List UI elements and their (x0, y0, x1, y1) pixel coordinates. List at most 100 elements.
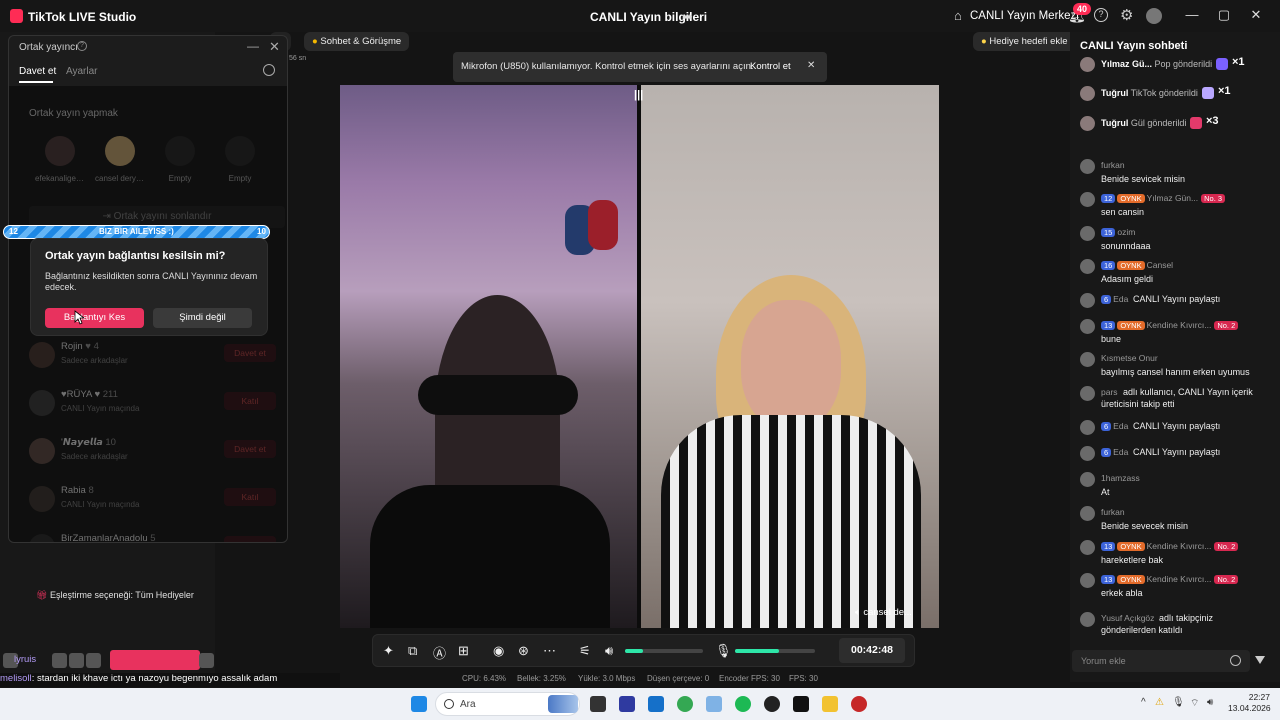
share-icon[interactable]: ➦ (682, 9, 693, 25)
avatar (1080, 116, 1095, 131)
file-explorer-icon[interactable] (822, 696, 838, 712)
chat-meta: 6 Eda (1101, 447, 1128, 457)
gift-goal-chip[interactable]: ● Hediye hedefi ekle (973, 32, 1076, 51)
magic-wand-icon[interactable]: ✦ (383, 643, 394, 659)
chat-gift-chip[interactable]: ● Sohbet & Görüşme (304, 32, 410, 51)
spotify-icon[interactable] (735, 696, 751, 712)
clock-date: 13.04.2026 (1228, 703, 1271, 713)
check-link[interactable]: Kontrol et (750, 61, 791, 72)
message-text: sonunndaaa (1101, 241, 1151, 251)
outlook-icon[interactable] (648, 696, 664, 712)
media-player-icon[interactable] (851, 696, 867, 712)
avatar (69, 653, 84, 668)
warning-icon[interactable]: ⚠ (1155, 697, 1164, 708)
wifi-icon[interactable]: ⌔ (1190, 697, 1199, 710)
avatar (1080, 86, 1095, 101)
tab-settings[interactable]: Ayarlar (66, 66, 98, 77)
message-text: sen cansin (1101, 207, 1145, 217)
gift-row: Tuğrul Gül gönderildi ×3 (1080, 114, 1275, 134)
tab-invite[interactable]: Davet et (19, 66, 56, 77)
chat-message: 1hamzass At (1080, 472, 1275, 502)
chat-user-name: furkan (1101, 507, 1125, 517)
add-source-icon[interactable]: ⊞ (458, 643, 469, 659)
help-icon[interactable]: ? (77, 41, 87, 51)
chat-meta: furkan (1101, 160, 1125, 170)
popup-close-button[interactable]: ✕ (269, 39, 280, 55)
volume-tray-icon[interactable]: 🔊︎ (1207, 697, 1213, 708)
chat-user-name: Kendine Kıvırcı... (1146, 541, 1212, 551)
gift-row: Tuğrul TikTok gönderildi ×1 (1080, 84, 1275, 104)
taskbar-search[interactable]: Ara (435, 692, 580, 716)
windows-taskbar: Ara ^ ⚠ 🎙︎ ⌔ 🔊︎ 22:27 13.04.2026 (0, 688, 1280, 720)
comment-input[interactable]: Yorum ekle (1072, 650, 1250, 672)
home-icon[interactable]: ⌂ (954, 8, 962, 23)
message-text: erkek abla (1101, 588, 1143, 598)
chat-user-name: Cansel (1146, 260, 1174, 270)
windows-start-icon[interactable] (411, 696, 427, 712)
not-now-button[interactable]: Şimdi değil (153, 308, 252, 328)
app-name: TikTok LIVE Studio (28, 10, 137, 24)
mic-tray-icon[interactable]: 🎙︎ (1172, 697, 1185, 708)
after-effects-icon[interactable] (619, 696, 635, 712)
mic-warning-notice: Mikrofon (U850) kullanılamıyor. Kontrol … (453, 52, 827, 82)
settings-sliders-icon[interactable]: ⚟ (579, 643, 591, 659)
host-shoulders (370, 485, 610, 628)
maximize-button[interactable]: ▢ (1214, 7, 1234, 23)
search-icon[interactable] (263, 64, 275, 76)
speaker-volume-slider[interactable] (625, 649, 703, 653)
gift-icon (1216, 58, 1228, 70)
gear-icon[interactable]: ⚙ (1120, 6, 1133, 24)
search-icon (444, 699, 454, 709)
system-clock[interactable]: 22:27 13.04.2026 (1228, 692, 1271, 714)
gift-icon (1202, 87, 1214, 99)
obs-icon[interactable] (764, 696, 780, 712)
speaker-icon[interactable]: 🔊︎ (605, 643, 613, 659)
chat-event: pars adlı kullanıcı, CANLI Yayın içerik ür… (1080, 386, 1275, 416)
avatar (199, 653, 214, 668)
record-icon[interactable]: ◉ (493, 643, 504, 659)
screen-share-icon[interactable]: ⧉ (408, 643, 417, 659)
gift-icon (1190, 117, 1202, 129)
message-text: Adasım geldi (1101, 274, 1154, 284)
chat-meta: 13 OYNK Kendine Kıvırcı... No. 2 (1101, 574, 1239, 584)
level-badge: 6 (1101, 295, 1112, 304)
level-badge: 12 (1101, 194, 1116, 203)
fan-badge: OYNK (1117, 261, 1145, 270)
minimize-button[interactable]: — (1182, 7, 1202, 22)
layout-icon[interactable]: ||| (634, 89, 643, 101)
mic-icon[interactable]: 🎙︎ (715, 643, 732, 659)
disconnect-button[interactable]: Bağlantıyı Kes (45, 308, 144, 328)
live-chat-panel: CANLI Yayın sohbeti Yılmaz Gü... Pop gön… (1070, 32, 1280, 682)
help-icon[interactable]: ? (1094, 8, 1108, 22)
emoji-icon[interactable] (1230, 655, 1241, 666)
highlight-strip (110, 650, 200, 670)
live-center-link[interactable]: CANLI Yayın Merkezi (970, 10, 1079, 22)
gift-row: Yılmaz Gü... Pop gönderildi ×1 (1080, 55, 1275, 75)
chevron-up-icon[interactable]: ^ (1141, 697, 1146, 708)
message-text: Benide sevicek misin (1101, 174, 1186, 184)
notice-close-icon[interactable]: ✕ (807, 60, 815, 71)
chat-user-name: Kendine Kıvırcı... (1146, 320, 1212, 330)
avatar (1080, 446, 1095, 461)
mic-volume-slider[interactable] (735, 649, 815, 653)
popup-minimize-button[interactable]: — (247, 39, 259, 53)
more-icon[interactable]: ⋯ (543, 643, 556, 659)
close-button[interactable]: ✕ (1246, 7, 1266, 23)
filter-icon[interactable] (1255, 656, 1265, 664)
profile-avatar[interactable] (1146, 8, 1162, 24)
tiktok-studio-taskbar-icon[interactable] (793, 696, 809, 712)
chrome-icon[interactable] (677, 696, 693, 712)
rank-badge: No. 2 (1214, 575, 1239, 584)
gift-icon: 🎁︎ (36, 590, 50, 600)
chat-message: 13 OYNK Kendine Kıvırcı... No. 2 bune (1080, 319, 1275, 349)
camera-switch-icon[interactable]: ⊛ (518, 643, 529, 659)
network-app-icon[interactable] (706, 696, 722, 712)
fps-stat: FPS: 30 (789, 674, 818, 683)
task-view-icon[interactable] (590, 696, 606, 712)
level-badge: 16 (1101, 261, 1116, 270)
level-badge: 13 (1101, 321, 1116, 330)
ai-icon[interactable]: Ⓐ (433, 643, 446, 662)
chat-user-name: Eda (1113, 294, 1129, 304)
rank-badge: No. 2 (1214, 321, 1239, 330)
title-bar: TikTok LIVE Studio CANLI Yayın bilgileri… (0, 0, 1280, 32)
